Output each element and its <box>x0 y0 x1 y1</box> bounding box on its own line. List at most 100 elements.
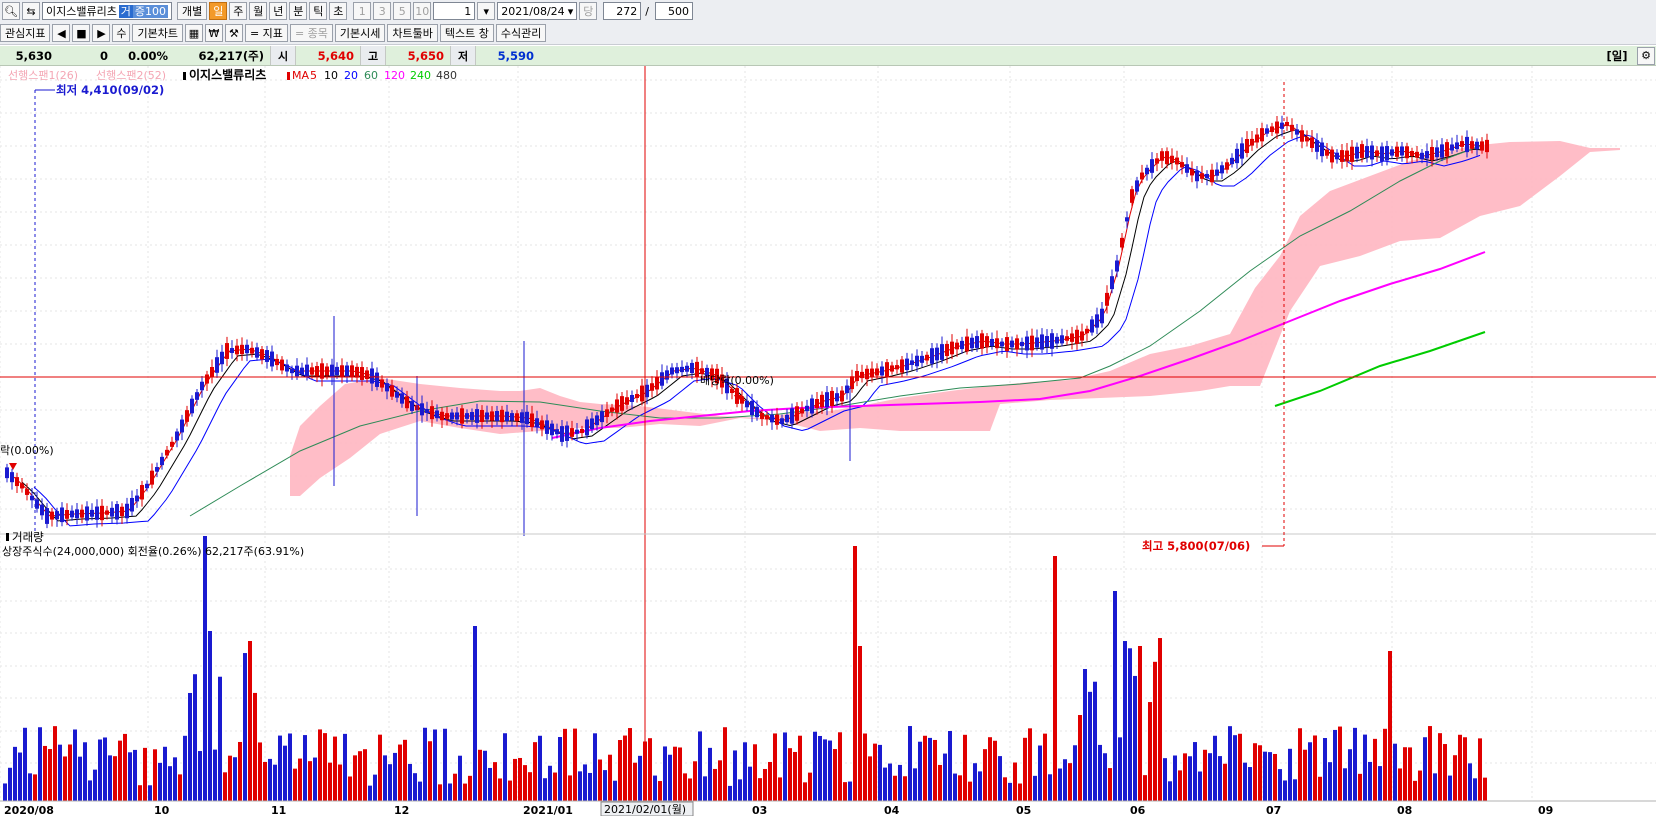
candle-body <box>1150 159 1154 173</box>
num-3-button[interactable]: 3 <box>373 2 392 20</box>
volume-bar <box>723 727 727 801</box>
shown-count-input[interactable]: 272 <box>603 2 642 20</box>
candle-body <box>220 351 224 365</box>
candle-body <box>1455 142 1459 150</box>
basic-chart-button[interactable]: 기본차트 <box>132 24 183 42</box>
count-input[interactable]: 1 <box>433 2 476 20</box>
legend-ma20: 20 <box>344 69 358 82</box>
total-count-input[interactable]: 500 <box>654 2 693 20</box>
volume-title: 거래량 <box>12 530 44 544</box>
chart-legend: 선행스팬1(26) 선행스팬2(52) 이지스밸류리츠 MA 5 10 20 6… <box>8 67 457 82</box>
volume-bar <box>468 775 472 801</box>
volume-bar <box>1148 702 1152 801</box>
volume-bar <box>263 761 267 801</box>
volume-bar <box>1398 768 1402 801</box>
tool-button-b[interactable]: ₩ <box>204 24 223 42</box>
volume-bar <box>1393 743 1397 801</box>
candle-body <box>55 511 59 520</box>
candle-body <box>85 506 89 521</box>
legend-ma120: 120 <box>384 69 405 82</box>
candle-body <box>1075 329 1079 344</box>
current-button[interactable]: 당 <box>579 2 598 20</box>
volume-bar <box>623 735 627 801</box>
volume-bar <box>308 761 312 801</box>
candle-body <box>1475 141 1479 150</box>
interest-indicator-button[interactable]: 관심지표 <box>0 24 51 42</box>
add-stock-button[interactable]: = 종목 <box>289 24 333 42</box>
count-dropdown-button[interactable]: ▾ <box>477 2 496 20</box>
volume-bar <box>1038 745 1042 801</box>
volume-bar <box>503 733 507 801</box>
candle-body <box>345 365 349 377</box>
tool-button-a[interactable]: ▦ <box>184 24 203 42</box>
candle-body <box>35 499 39 509</box>
volume-bar <box>793 751 797 801</box>
next-button[interactable]: ▶ <box>92 24 111 42</box>
candle-body <box>1250 138 1254 146</box>
candle-body <box>855 370 859 382</box>
num-5-button[interactable]: 5 <box>393 2 412 20</box>
volume-bar <box>663 746 667 801</box>
refresh-button[interactable]: ⇆ <box>22 2 40 20</box>
add-indicator-button[interactable]: = 지표 <box>244 24 288 42</box>
period-week-button[interactable]: 주 <box>229 2 248 20</box>
volume-bar <box>1168 781 1172 801</box>
num-1-button[interactable]: 1 <box>353 2 372 20</box>
volume-bar <box>413 773 417 801</box>
volume-bar <box>228 755 232 801</box>
volume-bar <box>1198 771 1202 801</box>
prev-button[interactable]: ◀ <box>52 24 71 42</box>
num-10-button[interactable]: 10 <box>413 2 432 20</box>
volume-bar <box>1353 727 1357 801</box>
volume-bar <box>883 767 887 801</box>
volume-bar <box>773 733 777 801</box>
period-tick-button[interactable]: 틱 <box>309 2 328 20</box>
volume-bar <box>338 764 342 801</box>
volume-bar <box>1023 737 1027 801</box>
candle-body <box>120 506 124 517</box>
tag-b: 증100 <box>132 5 168 18</box>
search-button[interactable]: 🔍︎ <box>2 2 20 20</box>
volume-bar <box>1238 733 1242 801</box>
volume-bar <box>828 740 832 801</box>
text-window-button[interactable]: 텍스트 창 <box>439 24 494 42</box>
volume-bar <box>128 752 132 801</box>
period-minute-button[interactable]: 분 <box>289 2 308 20</box>
candle-body <box>1215 169 1219 176</box>
volume-bar <box>158 762 162 801</box>
candle-body <box>685 365 689 372</box>
slash: / <box>645 4 649 18</box>
candle-body <box>70 510 74 518</box>
period-day-button[interactable]: 일 <box>209 2 228 20</box>
candle-body <box>815 399 819 408</box>
candle-body <box>295 365 299 377</box>
candlestick-chart[interactable]: 선행스팬1(26) 선행스팬2(52) 이지스밸류리츠 MA 5 10 20 6… <box>0 66 1656 816</box>
period-year-button[interactable]: 년 <box>269 2 288 20</box>
stock-name-field[interactable]: 이지스밸류리츠 거 증100 <box>42 2 172 20</box>
candle-body <box>990 338 994 347</box>
volume-bar <box>528 772 532 801</box>
chart-toolbar-button[interactable]: 차트툴바 <box>387 24 438 42</box>
volume-bar <box>993 740 997 801</box>
su-button[interactable]: 수 <box>112 24 131 42</box>
period-month-button[interactable]: 월 <box>249 2 268 20</box>
candle-body <box>680 366 684 373</box>
date-select[interactable]: 2021/08/24 ▾ <box>497 2 578 20</box>
tool-button-c[interactable]: ⚒ <box>224 24 243 42</box>
formula-button[interactable]: 수식관리 <box>495 24 547 42</box>
candle-body <box>200 381 204 391</box>
candle-body <box>475 409 479 423</box>
basic-quote-button[interactable]: 기본시세 <box>334 24 386 42</box>
volume-bar <box>1333 729 1337 801</box>
individual-button[interactable]: 개별 <box>177 2 208 20</box>
volume-bar <box>1063 759 1067 801</box>
candle-body <box>260 349 264 360</box>
stop-button[interactable]: ■ <box>72 24 91 42</box>
volume-bar <box>558 737 562 801</box>
settings-button[interactable]: ⚙ <box>1637 46 1655 65</box>
volume-bar <box>1253 743 1257 801</box>
period-second-button[interactable]: 초 <box>329 2 348 20</box>
candle-body <box>15 477 19 487</box>
candle-body <box>650 383 654 391</box>
candle-body <box>875 368 879 376</box>
